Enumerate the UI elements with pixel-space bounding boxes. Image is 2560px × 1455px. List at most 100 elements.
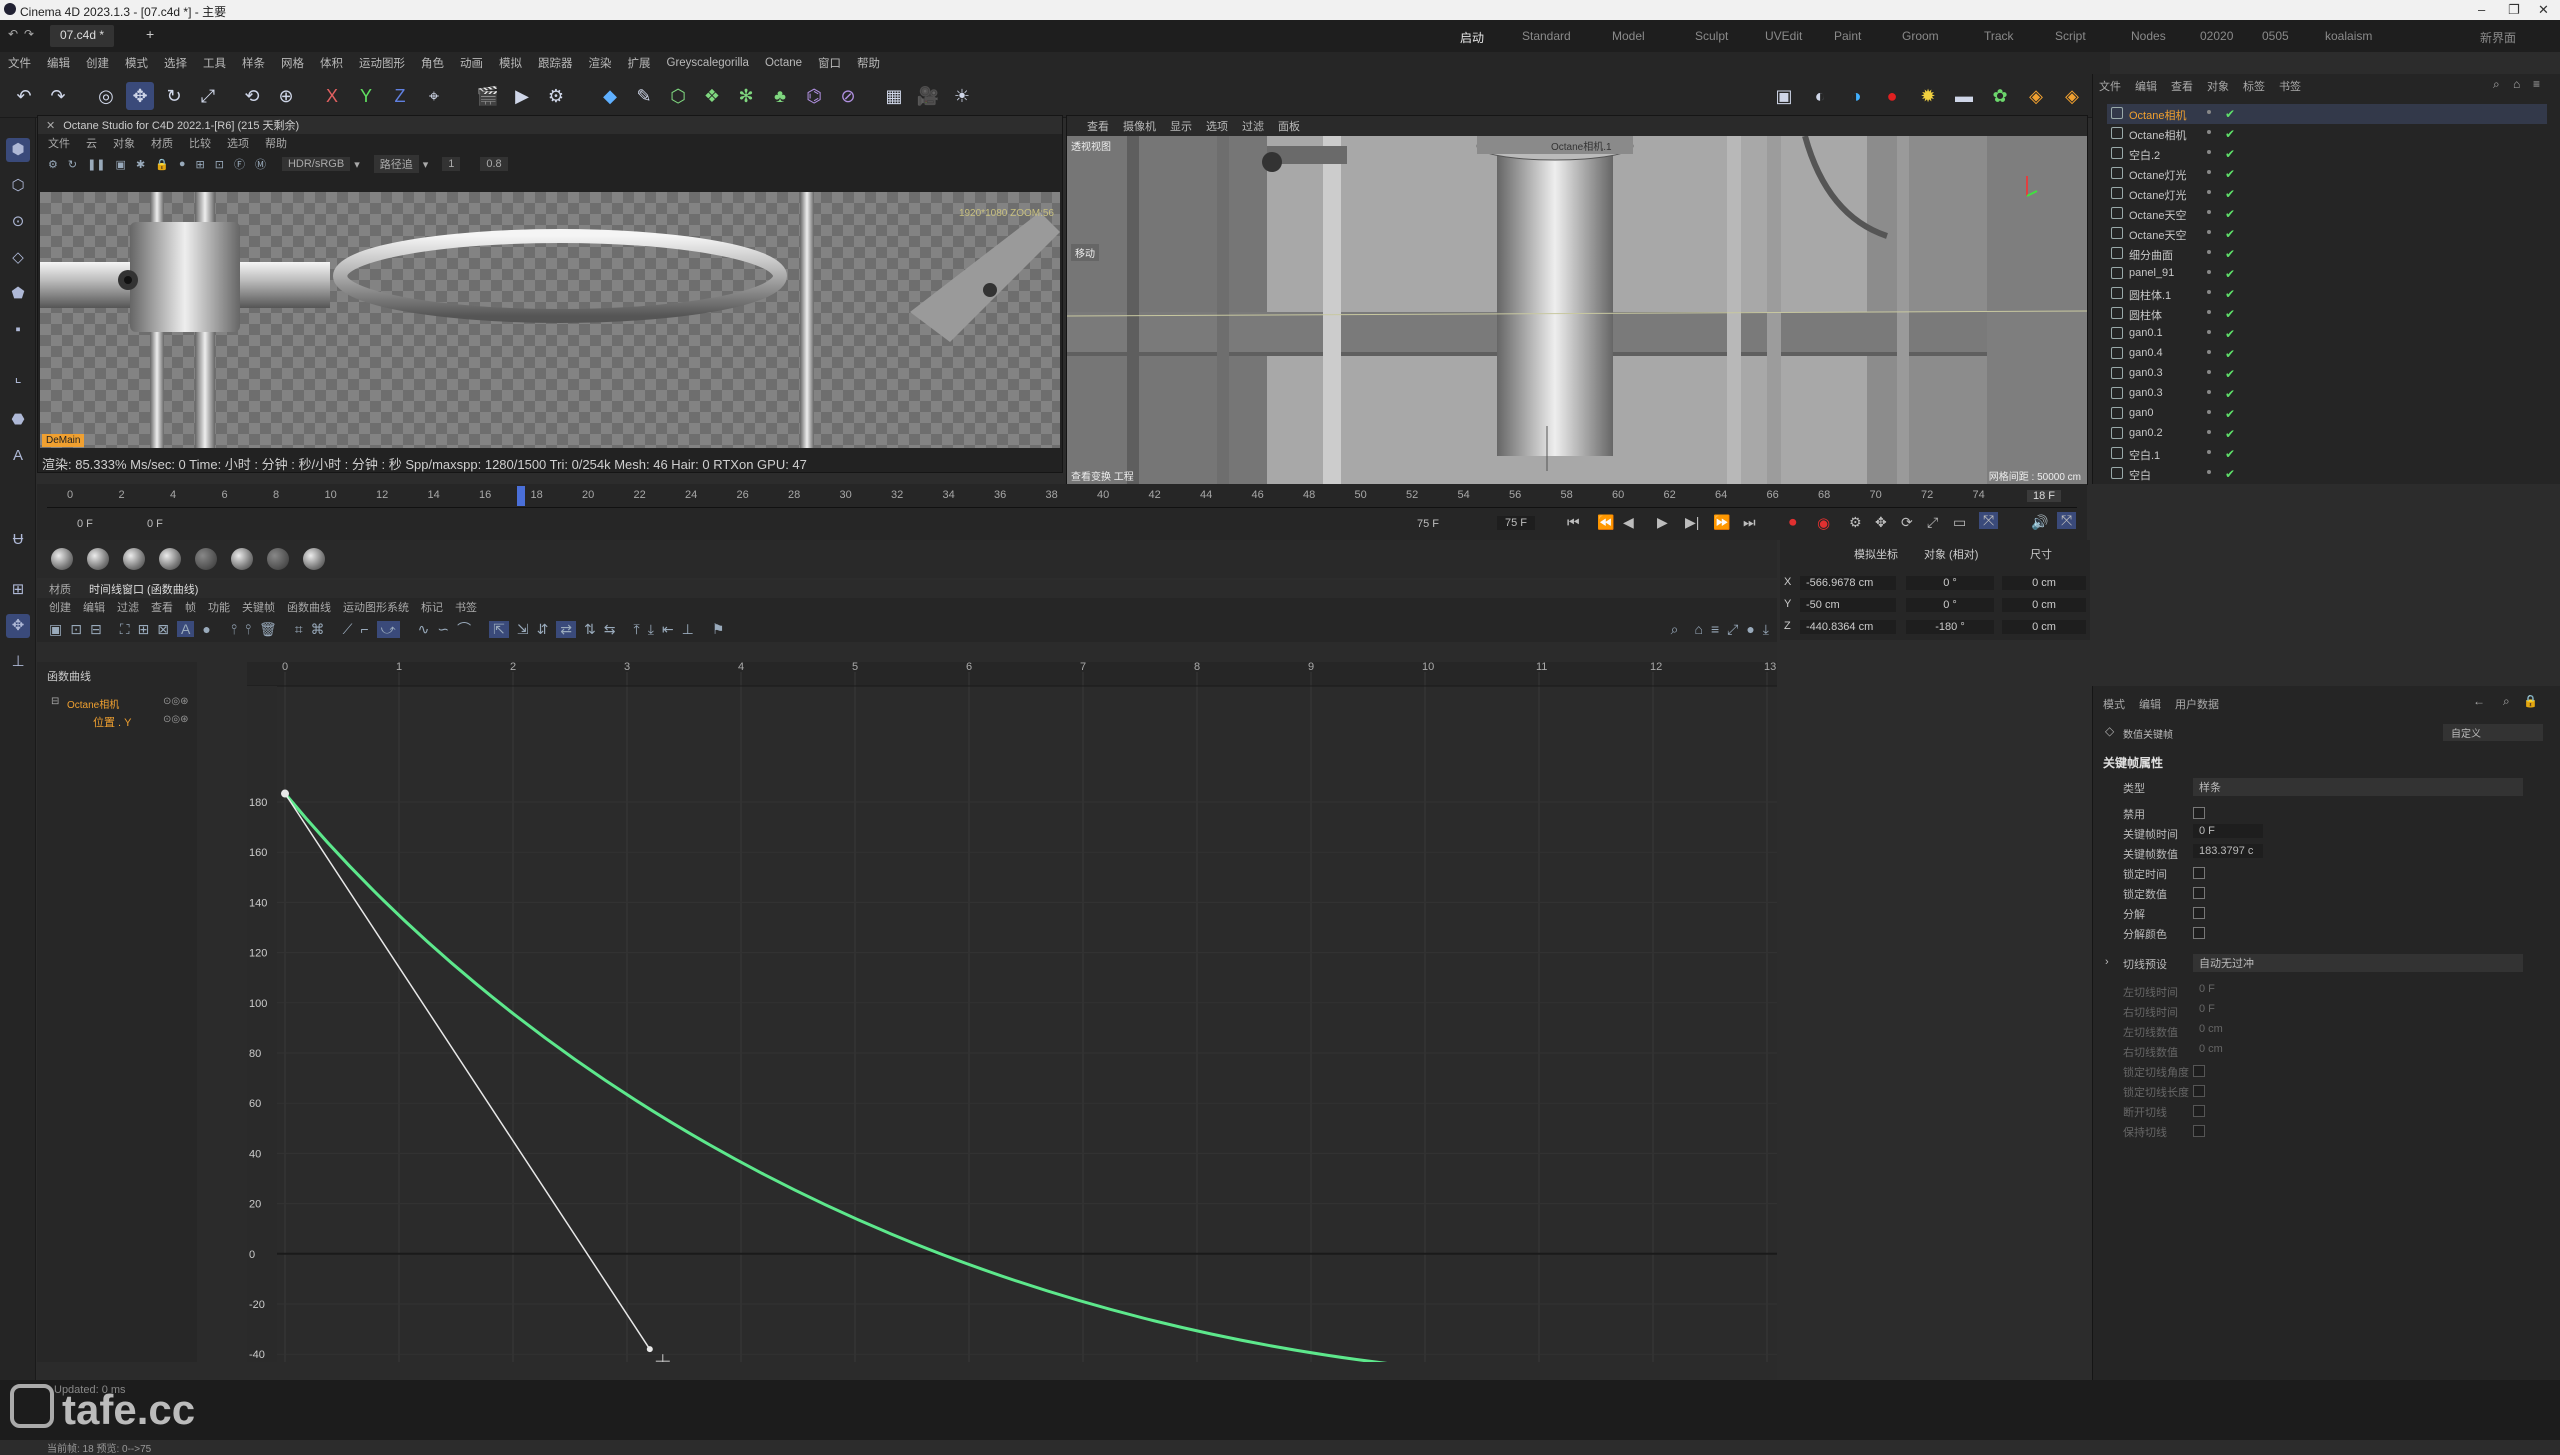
object-row[interactable]: Octane相机 ✔ bbox=[2107, 124, 2547, 144]
expand-arrow-icon[interactable]: › bbox=[2105, 956, 2109, 968]
uv-mode-icon[interactable]: ▪ bbox=[6, 318, 30, 342]
layout-tab[interactable]: Track bbox=[1984, 29, 2014, 43]
fcurve-tab[interactable]: 材质 bbox=[49, 581, 71, 597]
maximize-icon[interactable]: ❐ bbox=[2508, 2, 2520, 18]
undo-button[interactable]: ↶ bbox=[10, 82, 38, 110]
texture-mode-icon[interactable]: ⬡ bbox=[6, 174, 30, 198]
visibility-check-icon[interactable]: ✔ bbox=[2225, 107, 2235, 121]
focus-icon[interactable]: Ⓕ bbox=[234, 156, 245, 172]
menu-item[interactable]: 文件 bbox=[8, 55, 31, 71]
layout-tab[interactable]: Script bbox=[2055, 29, 2086, 43]
menu-item[interactable]: 角色 bbox=[421, 55, 444, 71]
layer-dot[interactable] bbox=[2207, 310, 2211, 314]
fcurve-menu-item[interactable]: 函数曲线 bbox=[287, 599, 331, 615]
attr-value-field[interactable]: 0 cm bbox=[2193, 1022, 2263, 1036]
prev-frame-icon[interactable]: ◀ bbox=[1623, 514, 1634, 531]
object-row[interactable]: gan0.4 ✔ bbox=[2107, 344, 2547, 364]
ease-icon[interactable]: ⌒ bbox=[457, 619, 471, 639]
octane-record-icon[interactable]: ● bbox=[1878, 82, 1906, 110]
play-icon[interactable]: ▶ bbox=[1657, 514, 1668, 531]
motion-mode-icon[interactable]: ⊟ bbox=[90, 621, 102, 638]
coord-size-field[interactable]: 0 cm bbox=[2002, 620, 2086, 634]
fcurve-menu-item[interactable]: 书签 bbox=[455, 599, 477, 615]
object-name[interactable]: Octane灯光 bbox=[2129, 187, 2186, 203]
keymode-icon[interactable]: ▣ bbox=[49, 621, 62, 638]
coord-position-field[interactable]: -50 cm bbox=[1800, 598, 1896, 612]
layout-tab[interactable]: Paint bbox=[1834, 29, 1861, 43]
object-name[interactable]: gan0 bbox=[2129, 407, 2153, 419]
point-mode-icon[interactable]: ⊙ bbox=[6, 210, 30, 234]
object-row[interactable]: panel_91 ✔ bbox=[2107, 264, 2547, 284]
object-row[interactable]: 空白.2 ✔ bbox=[2107, 144, 2547, 164]
key-settings-icon[interactable]: ⚙ bbox=[1849, 514, 1862, 531]
object-row[interactable]: 圆柱体.1 ✔ bbox=[2107, 284, 2547, 304]
coord-rotation-field[interactable]: 0 ° bbox=[1906, 598, 1994, 612]
record-icon[interactable]: ⏺ bbox=[1789, 514, 1797, 531]
attr-dropdown[interactable]: 样条 bbox=[2193, 778, 2523, 796]
object-name[interactable]: 空白 bbox=[2129, 467, 2151, 483]
object-name[interactable]: Octane天空 bbox=[2129, 207, 2186, 223]
autokey-icon[interactable]: ◉ bbox=[1817, 514, 1830, 532]
object-name[interactable]: gan0.1 bbox=[2129, 327, 2163, 339]
start-frame-field[interactable]: 0 F bbox=[77, 518, 93, 530]
menu-item[interactable]: 体积 bbox=[320, 55, 343, 71]
light-icon[interactable]: ☀ bbox=[948, 82, 976, 110]
object-name[interactable]: 圆柱体.1 bbox=[2129, 287, 2171, 303]
menu-item[interactable]: 创建 bbox=[86, 55, 109, 71]
layer-dot[interactable] bbox=[2207, 430, 2211, 434]
menu-item[interactable]: 样条 bbox=[242, 55, 265, 71]
grid-snap-icon[interactable]: ⊞ bbox=[6, 578, 30, 602]
object-name[interactable]: 空白.2 bbox=[2129, 147, 2160, 163]
menu-item[interactable]: Greyscalegorilla bbox=[667, 57, 749, 69]
layer-dot[interactable] bbox=[2207, 390, 2211, 394]
menu-item[interactable]: 动画 bbox=[460, 55, 483, 71]
snap-icon[interactable]: ⬣ bbox=[6, 408, 30, 432]
layout-tab[interactable]: Groom bbox=[1902, 29, 1939, 43]
coord-position-field[interactable]: -566.9678 cm bbox=[1800, 576, 1896, 590]
world-coords-icon[interactable]: ⌖ bbox=[420, 82, 448, 110]
plugin2-icon[interactable]: ◈ bbox=[2058, 82, 2086, 110]
material-ball-1[interactable] bbox=[51, 548, 73, 570]
coord-position-field[interactable]: -440.8364 cm bbox=[1800, 620, 1896, 634]
attr-value-field[interactable]: 183.3797 c bbox=[2193, 844, 2263, 858]
lock-icon[interactable]: 🔒 bbox=[155, 158, 169, 171]
key-scale-icon[interactable]: ⤢ bbox=[1927, 514, 1938, 531]
object-row[interactable]: Octane灯光 ✔ bbox=[2107, 184, 2547, 204]
snap-frame-icon[interactable]: ⇤ bbox=[662, 621, 674, 638]
visibility-check-icon[interactable]: ✔ bbox=[2225, 187, 2235, 201]
kernel-select[interactable]: 路径追 bbox=[373, 155, 419, 173]
key-move-icon[interactable]: ✥ bbox=[1875, 514, 1887, 531]
attr-value-field[interactable]: 0 F bbox=[2193, 1002, 2263, 1016]
menu-item[interactable]: 帮助 bbox=[857, 55, 880, 71]
snap-value-icon[interactable]: ⤓ bbox=[648, 621, 654, 638]
key-unlink-icon[interactable]: ⌘ bbox=[311, 621, 325, 638]
add-icon[interactable]: ⊞ bbox=[196, 158, 205, 171]
layout-tab[interactable]: 0505 bbox=[2262, 29, 2289, 43]
attr-dropdown[interactable]: 自动无过冲 bbox=[2193, 954, 2523, 972]
viewport-scene[interactable]: 透视视图 Octane相机.1 移动 查看变换 工程 网格间距 : 50000 … bbox=[1067, 136, 2087, 484]
fcurve-menu-item[interactable]: 功能 bbox=[208, 599, 230, 615]
step-interp-icon[interactable]: ⌐ bbox=[360, 621, 368, 637]
key-point-icon[interactable]: ⤧ bbox=[1979, 512, 1999, 529]
layer-dot[interactable] bbox=[2207, 270, 2211, 274]
attr-menu-item[interactable]: 编辑 bbox=[2139, 696, 2161, 712]
layer-dot[interactable] bbox=[2207, 190, 2211, 194]
select-icon[interactable]: ⊡ bbox=[215, 158, 224, 171]
fcurve-menu-item[interactable]: 关键帧 bbox=[242, 599, 275, 615]
coord-rotation-field[interactable]: -180 ° bbox=[1906, 620, 1994, 634]
attr-search-icon[interactable]: ⌕ bbox=[2503, 694, 2510, 709]
marker2-icon[interactable]: ⫯ bbox=[245, 621, 251, 638]
layer-dot[interactable] bbox=[2207, 170, 2211, 174]
object-name[interactable]: Octane天空 bbox=[2129, 227, 2186, 243]
coord-mode-select[interactable]: 对象 (相对) bbox=[1924, 546, 1978, 562]
layout-tab[interactable]: 02020 bbox=[2200, 29, 2233, 43]
back-icon[interactable]: ← bbox=[2473, 694, 2485, 708]
attr-lock-icon[interactable]: 🔒 bbox=[2523, 694, 2538, 708]
move-tool-icon[interactable]: ✥ bbox=[126, 82, 154, 110]
material-ball-4[interactable] bbox=[159, 548, 181, 570]
attr-checkbox[interactable] bbox=[2193, 1105, 2205, 1117]
fc-pin-icon[interactable]: ⤓ bbox=[1763, 621, 1769, 638]
attr-checkbox[interactable] bbox=[2193, 907, 2205, 919]
octane-live-viewer-icon[interactable]: ▣ bbox=[1770, 82, 1798, 110]
layer-dot[interactable] bbox=[2207, 450, 2211, 454]
